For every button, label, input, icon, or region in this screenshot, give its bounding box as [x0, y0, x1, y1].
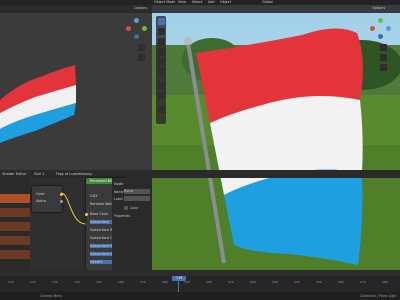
slot-selector[interactable]: Slot 1 — [34, 170, 44, 178]
label-field[interactable] — [124, 196, 150, 201]
name-label: Name — [114, 190, 124, 194]
base-color-socket[interactable] — [85, 213, 88, 216]
timeline-tick-label: 150 — [96, 280, 102, 284]
name-field[interactable]: Bump — [124, 189, 150, 194]
right-3d-viewport[interactable] — [152, 5, 400, 270]
properties-panel-label[interactable]: Properties — [114, 214, 130, 218]
left-options-button[interactable]: Options — [134, 6, 147, 10]
material-selector[interactable]: Flag of Luxembourg — [56, 170, 92, 178]
distribution-dropdown[interactable]: GGX — [90, 194, 98, 198]
left-navigation-gizmo[interactable] — [126, 18, 148, 40]
add-cube-icon[interactable] — [157, 106, 165, 113]
timeline-tick-label: 180 — [162, 280, 168, 284]
left-viewport-header: Options — [0, 5, 152, 13]
transform-icon[interactable] — [157, 68, 165, 75]
camera-icon[interactable] — [380, 64, 387, 71]
timeline-tick-label: 200 — [206, 280, 212, 284]
timeline-tick-label: 140 — [74, 280, 80, 284]
annotate-icon[interactable] — [157, 82, 165, 89]
timeline-tick-label: 130 — [52, 280, 58, 284]
sidebar-title: Node — [114, 182, 124, 186]
zoom-icon[interactable] — [380, 44, 387, 51]
scale-icon[interactable] — [157, 58, 165, 65]
flag-scene-render — [152, 5, 400, 270]
timeline-tick-label: 110 — [8, 280, 14, 284]
timeline-tick-label: 220 — [250, 280, 256, 284]
subsurface-method-dropdown[interactable]: Random Walk — [90, 202, 113, 206]
base-color-input[interactable]: Base Color — [90, 212, 108, 216]
zoom-icon[interactable] — [138, 44, 145, 51]
property-row — [0, 208, 30, 217]
editor-type-label[interactable]: Shader Editor — [2, 170, 27, 178]
property-row — [0, 194, 30, 203]
right-navigation-gizmo[interactable] — [370, 18, 392, 40]
pan-hand-icon[interactable] — [138, 54, 145, 61]
property-row — [0, 236, 30, 245]
status-right: Collection | Plane Light — [360, 294, 397, 298]
move-icon[interactable] — [157, 38, 165, 45]
node-canvas[interactable]: Color Alpha — [30, 178, 86, 270]
timeline-tick-label: 240 — [294, 280, 300, 284]
shader-editor-header: Shader Editor Slot 1 Flag of Luxembourg — [0, 170, 400, 178]
timeline-tick-label: 280 — [382, 280, 388, 284]
status-left: Context Menu — [40, 294, 63, 298]
label-label: Label — [114, 197, 123, 201]
property-row — [0, 222, 30, 231]
color-checkbox[interactable] — [124, 206, 128, 210]
right-options-button[interactable]: Options — [372, 6, 385, 10]
color-label: Color — [130, 206, 139, 210]
right-viewport-header: Options — [152, 5, 400, 13]
playhead[interactable] — [178, 276, 179, 292]
property-row — [0, 250, 30, 259]
timeline-tick-label: 170 — [140, 280, 146, 284]
timeline-tick-label: 120 — [30, 280, 36, 284]
timeline-tick-label: 230 — [272, 280, 278, 284]
cursor-icon[interactable] — [157, 28, 165, 35]
select-box-icon[interactable] — [157, 18, 165, 25]
status-bar: Context Menu Collection | Plane Light — [0, 292, 400, 300]
timeline-tick-label: 210 — [228, 280, 234, 284]
rotate-icon[interactable] — [157, 48, 165, 55]
pan-hand-icon[interactable] — [380, 54, 387, 61]
timeline-tick-label: 270 — [360, 280, 366, 284]
tool-shelf — [156, 16, 166, 124]
timeline-tick-label: 190 — [184, 280, 190, 284]
timeline-tick-label: 160 — [118, 280, 124, 284]
node-link — [60, 192, 86, 225]
measure-icon[interactable] — [157, 92, 165, 99]
properties-strip — [0, 178, 30, 270]
node-sidebar: Node Name Bump Label Color Properties — [112, 178, 152, 270]
timeline-tick-label: 250 — [316, 280, 322, 284]
timeline-tick-label: 260 — [338, 280, 344, 284]
